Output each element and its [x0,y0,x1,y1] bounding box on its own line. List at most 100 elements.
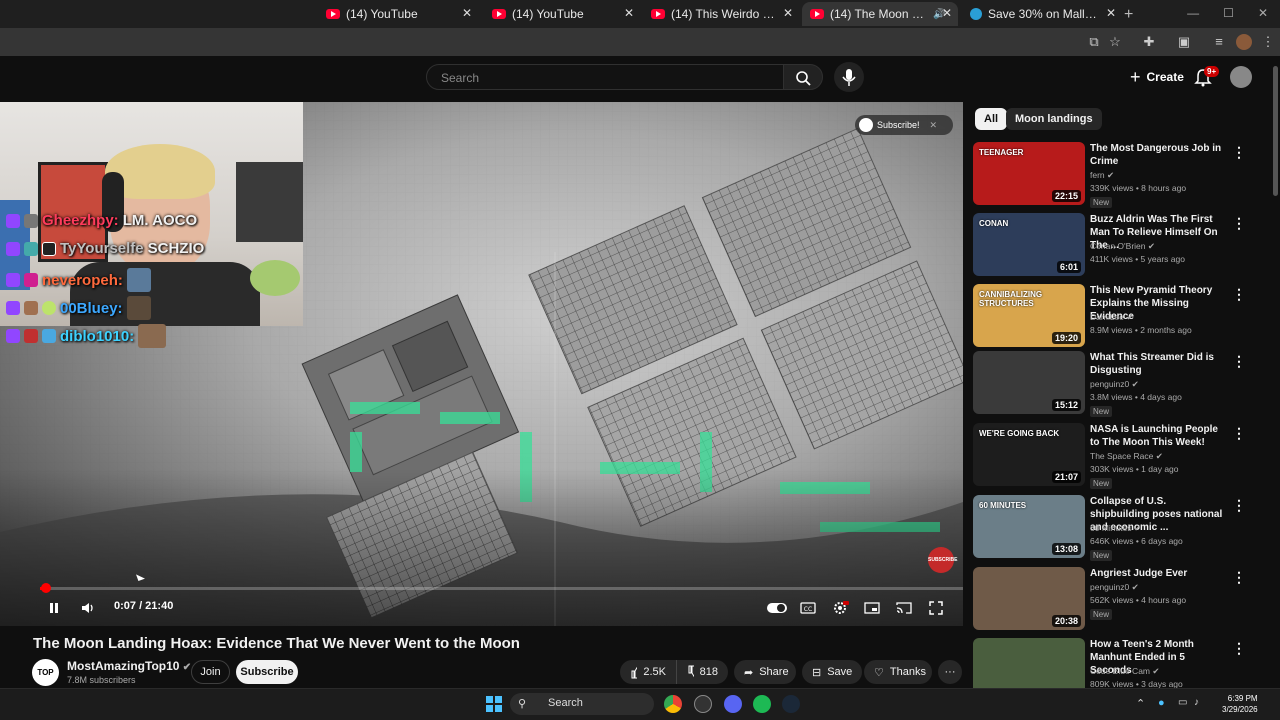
chat-badge-icon [24,213,38,228]
close-tab-icon[interactable]: ✕ [624,6,634,20]
recommendation-channel[interactable]: fern ✔ [1090,170,1114,181]
recommendation-item[interactable]: WE'RE GOING BACK 21:07 NASA is Launching P… [973,423,1273,489]
pause-icon[interactable] [44,598,64,618]
recommendation-channel[interactable]: DamiLee ✔ [1090,312,1134,323]
settings-gear-icon[interactable] [830,598,850,618]
progress-scrubber[interactable] [41,583,51,593]
recommendation-item[interactable]: 60 MINUTES 13:08 Collapse of U.S. shipbuil… [973,495,1273,561]
browser-tab-active[interactable]: (14) The Moon Landing Ho:🔊✕ [802,2,958,26]
video-thumbnail[interactable]: WE'RE GOING BACK 21:07 [973,423,1085,486]
subscribe-overlay[interactable]: Subscribe! ✕ [855,115,953,135]
chrome-icon[interactable] [664,695,682,713]
scrollbar-thumb[interactable] [1273,66,1278,196]
more-vertical-icon[interactable]: ⋮ [1232,215,1246,232]
more-vertical-icon[interactable]: ⋮ [1232,144,1246,161]
browser-menu-icon[interactable]: ⋮ [1260,34,1276,50]
video-thumbnail[interactable]: 15:12 [973,351,1085,414]
join-button[interactable]: Join [191,660,230,684]
media-control-icon[interactable]: ≡ [1211,34,1227,50]
discord-icon[interactable] [724,695,742,713]
channel-name[interactable]: MostAmazingTop10 ✔ [67,659,191,673]
more-vertical-icon[interactable]: ⋮ [1232,286,1246,303]
extensions-icon[interactable]: ✚ [1141,34,1157,50]
create-button[interactable]: + Create [1120,64,1194,90]
browser-tab-5[interactable]: Save 30% on Mall Rivals on Ste✕ [962,2,1122,26]
microphone-icon[interactable]: ● [1158,697,1165,709]
thanks-button[interactable]: ♡ Thanks [864,660,932,684]
spotify-icon[interactable] [753,695,771,713]
recommendation-item[interactable]: 20:38 Angriest Judge Ever penguinz0 ✔ 562K … [973,567,1273,633]
chip-moon-landings[interactable]: Moon landings [1006,108,1102,130]
recommendation-title[interactable]: NASA is Launching People to The Moon Thi… [1090,423,1228,449]
video-thumbnail[interactable]: CONAN 6:01 [973,213,1085,276]
steam-icon[interactable] [782,695,800,713]
video-thumbnail[interactable]: 60 MINUTES 13:08 [973,495,1085,558]
recommendation-item[interactable]: CONAN 6:01 Buzz Aldrin Was The First Man T… [973,213,1273,279]
volume-icon[interactable] [78,598,98,618]
like-button[interactable]: 2.5K [620,660,676,684]
search-button[interactable] [783,64,823,90]
close-tab-icon[interactable]: ✕ [942,6,952,20]
search-input[interactable]: Search [426,64,784,90]
captions-icon[interactable]: CC [798,598,818,618]
more-vertical-icon[interactable]: ⋮ [1232,425,1246,442]
more-vertical-icon[interactable]: ⋮ [1232,497,1246,514]
browser-tab-1[interactable]: (14) YouTube ✕ [318,2,478,26]
recommendation-channel[interactable]: penguinz0 ✔ [1090,582,1139,593]
close-tab-icon[interactable]: ✕ [1106,6,1116,20]
video-player[interactable]: Gheezhpy: LM. AOCO TyYourselfe SCHZIO ne… [0,102,963,626]
maximize-icon[interactable]: ☐ [1223,6,1234,20]
close-overlay-icon[interactable]: ✕ [930,120,938,131]
close-window-icon[interactable]: ✕ [1258,6,1268,20]
recommendation-title[interactable]: What This Streamer Did is Disgusting [1090,351,1228,377]
more-vertical-icon[interactable]: ⋮ [1232,640,1246,657]
system-clock[interactable]: 6:39 PM 3/29/2026 [1222,693,1258,715]
close-tab-icon[interactable]: ✕ [783,6,793,20]
video-thumbnail[interactable]: TEENAGER 22:15 [973,142,1085,205]
recommendation-channel[interactable]: The Space Race ✔ [1090,451,1163,462]
bookmark-star-icon[interactable]: ☆ [1107,34,1123,50]
more-vertical-icon[interactable]: ⋮ [1232,353,1246,370]
miniplayer-icon[interactable] [862,598,882,618]
minimize-icon[interactable]: — [1187,6,1199,20]
cast-icon[interactable] [894,598,914,618]
recommendation-item[interactable]: TEENAGER 22:15 The Most Dangerous Job in C… [973,142,1273,208]
windows-start-icon[interactable] [486,696,502,712]
recommendation-channel[interactable]: Conan O'Brien ✔ [1090,241,1155,252]
more-actions-button[interactable]: ··· [938,660,962,684]
account-avatar[interactable] [1230,66,1252,88]
autoplay-toggle[interactable] [766,598,788,618]
browser-tab-2[interactable]: (14) YouTube ✕ [484,2,640,26]
voice-search-button[interactable] [834,62,864,92]
recommendation-item[interactable]: CANNIBALIZING STRUCTURES 19:20 This New Py… [973,284,1273,350]
channel-avatar[interactable]: TOP 10 [32,659,59,704]
save-button[interactable]: ⊟ Save [802,660,862,684]
recommendation-title[interactable]: The Most Dangerous Job in Crime [1090,142,1228,168]
recommendation-channel[interactable]: penguinz0 ✔ [1090,379,1139,390]
taskbar-search[interactable]: Search [510,693,654,715]
recommendation-channel[interactable]: 60 Minutes ✔ [1090,523,1141,534]
subscribe-watermark-button[interactable]: SUBSCRIBE [928,547,957,573]
volume-icon[interactable]: ♪ [1194,697,1199,708]
recommendation-title[interactable]: Angriest Judge Ever [1090,567,1228,580]
install-app-icon[interactable]: ⧉ [1086,34,1102,50]
more-vertical-icon[interactable]: ⋮ [1232,569,1246,586]
network-icon[interactable]: ▭ [1178,697,1187,708]
close-tab-icon[interactable]: ✕ [462,6,472,20]
subscribe-button[interactable]: Subscribe [236,660,298,684]
recommendation-item[interactable]: 15:12 What This Streamer Did is Disgustin… [973,351,1273,417]
chip-all[interactable]: All [975,108,1008,130]
progress-bar[interactable] [40,587,963,590]
recommendation-channel[interactable]: Code Blue Cam ✔ [1090,666,1160,677]
browser-tab-3[interactable]: (14) This Weirdo Got Cooked -✕ [643,2,799,26]
app-icon[interactable] [694,695,712,713]
video-thumbnail[interactable]: CANNIBALIZING STRUCTURES 19:20 [973,284,1085,347]
split-view-icon[interactable]: ▣ [1176,34,1192,50]
video-thumbnail[interactable]: 20:38 [973,567,1085,630]
dislike-button[interactable]: 818 [676,660,728,684]
fullscreen-icon[interactable] [926,598,946,618]
new-tab-button[interactable]: + [1124,6,1133,24]
share-button[interactable]: ➦ Share [734,660,796,684]
profile-avatar[interactable] [1236,34,1252,50]
tray-chevron-icon[interactable]: ⌃ [1136,697,1145,710]
